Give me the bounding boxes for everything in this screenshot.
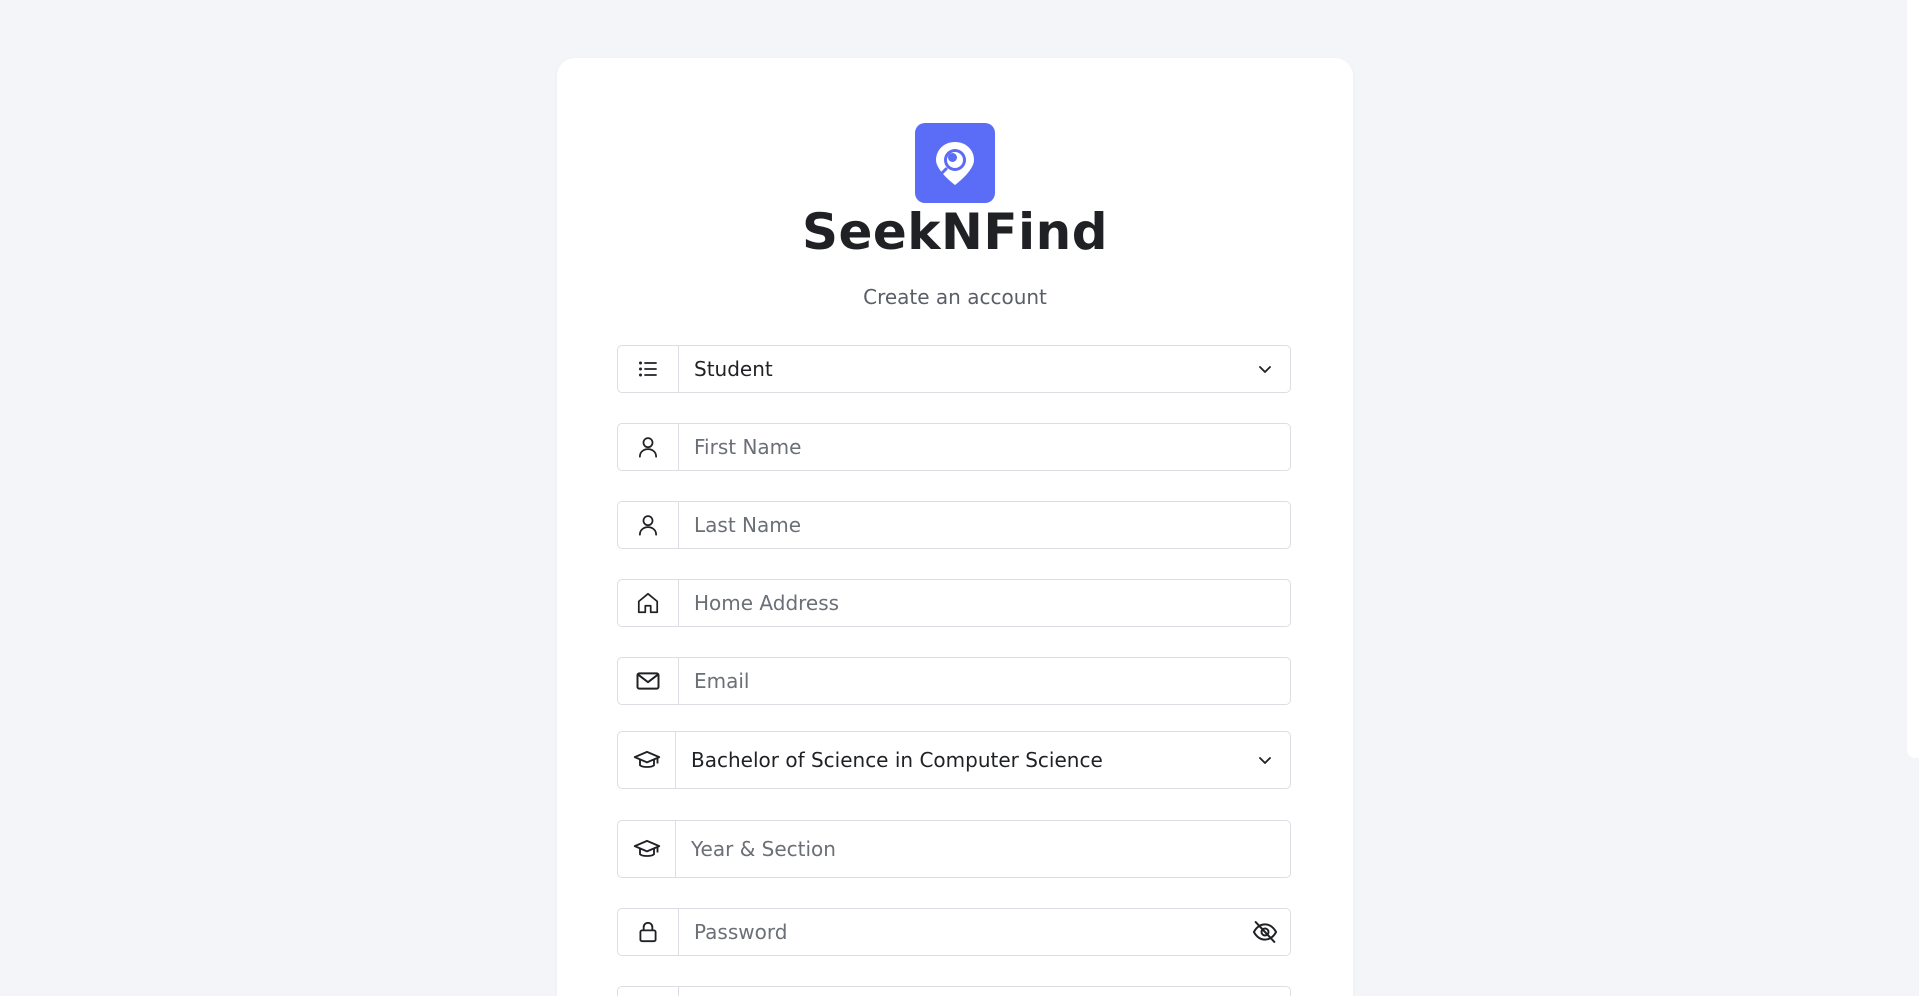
mail-icon — [618, 658, 679, 704]
signup-card: SeekNFind Create an account Student Firs… — [557, 58, 1353, 996]
user-icon — [618, 424, 679, 470]
home-icon — [618, 580, 679, 626]
lock-icon — [618, 909, 679, 955]
lock-icon — [618, 987, 679, 996]
confirm-password-input[interactable] — [679, 987, 1290, 996]
map-pin-search-icon — [915, 123, 995, 203]
year-section-input[interactable]: Year & Section — [676, 821, 1290, 877]
role-select[interactable]: Student — [617, 345, 1291, 393]
password-field[interactable]: Password — [617, 908, 1291, 956]
first-name-field[interactable]: First Name — [617, 423, 1291, 471]
password-input[interactable]: Password — [679, 909, 1240, 955]
confirm-password-field[interactable] — [617, 986, 1291, 996]
role-select-value[interactable]: Student — [679, 346, 1240, 392]
last-name-field[interactable]: Last Name — [617, 501, 1291, 549]
first-name-input[interactable]: First Name — [679, 424, 1290, 470]
chevron-down-icon[interactable] — [1240, 346, 1290, 392]
user-icon — [618, 502, 679, 548]
eye-off-icon[interactable] — [1240, 909, 1290, 955]
page-subtitle: Create an account — [863, 285, 1047, 309]
brand-title: SeekNFind — [801, 203, 1109, 261]
scrollbar[interactable] — [1907, 0, 1919, 758]
last-name-input[interactable]: Last Name — [679, 502, 1290, 548]
year-section-field[interactable]: Year & Section — [617, 820, 1291, 878]
list-icon — [618, 346, 679, 392]
course-select[interactable]: Bachelor of Science in Computer Science — [617, 731, 1291, 789]
home-address-input[interactable]: Home Address — [679, 580, 1290, 626]
email-input[interactable]: Email — [679, 658, 1290, 704]
signup-page: SeekNFind Create an account Student Firs… — [0, 0, 1919, 996]
chevron-down-icon[interactable] — [1240, 732, 1290, 788]
course-select-value[interactable]: Bachelor of Science in Computer Science — [676, 732, 1240, 788]
home-address-field[interactable]: Home Address — [617, 579, 1291, 627]
email-field[interactable]: Email — [617, 657, 1291, 705]
graduation-cap-icon — [618, 732, 676, 788]
graduation-cap-icon — [618, 821, 676, 877]
